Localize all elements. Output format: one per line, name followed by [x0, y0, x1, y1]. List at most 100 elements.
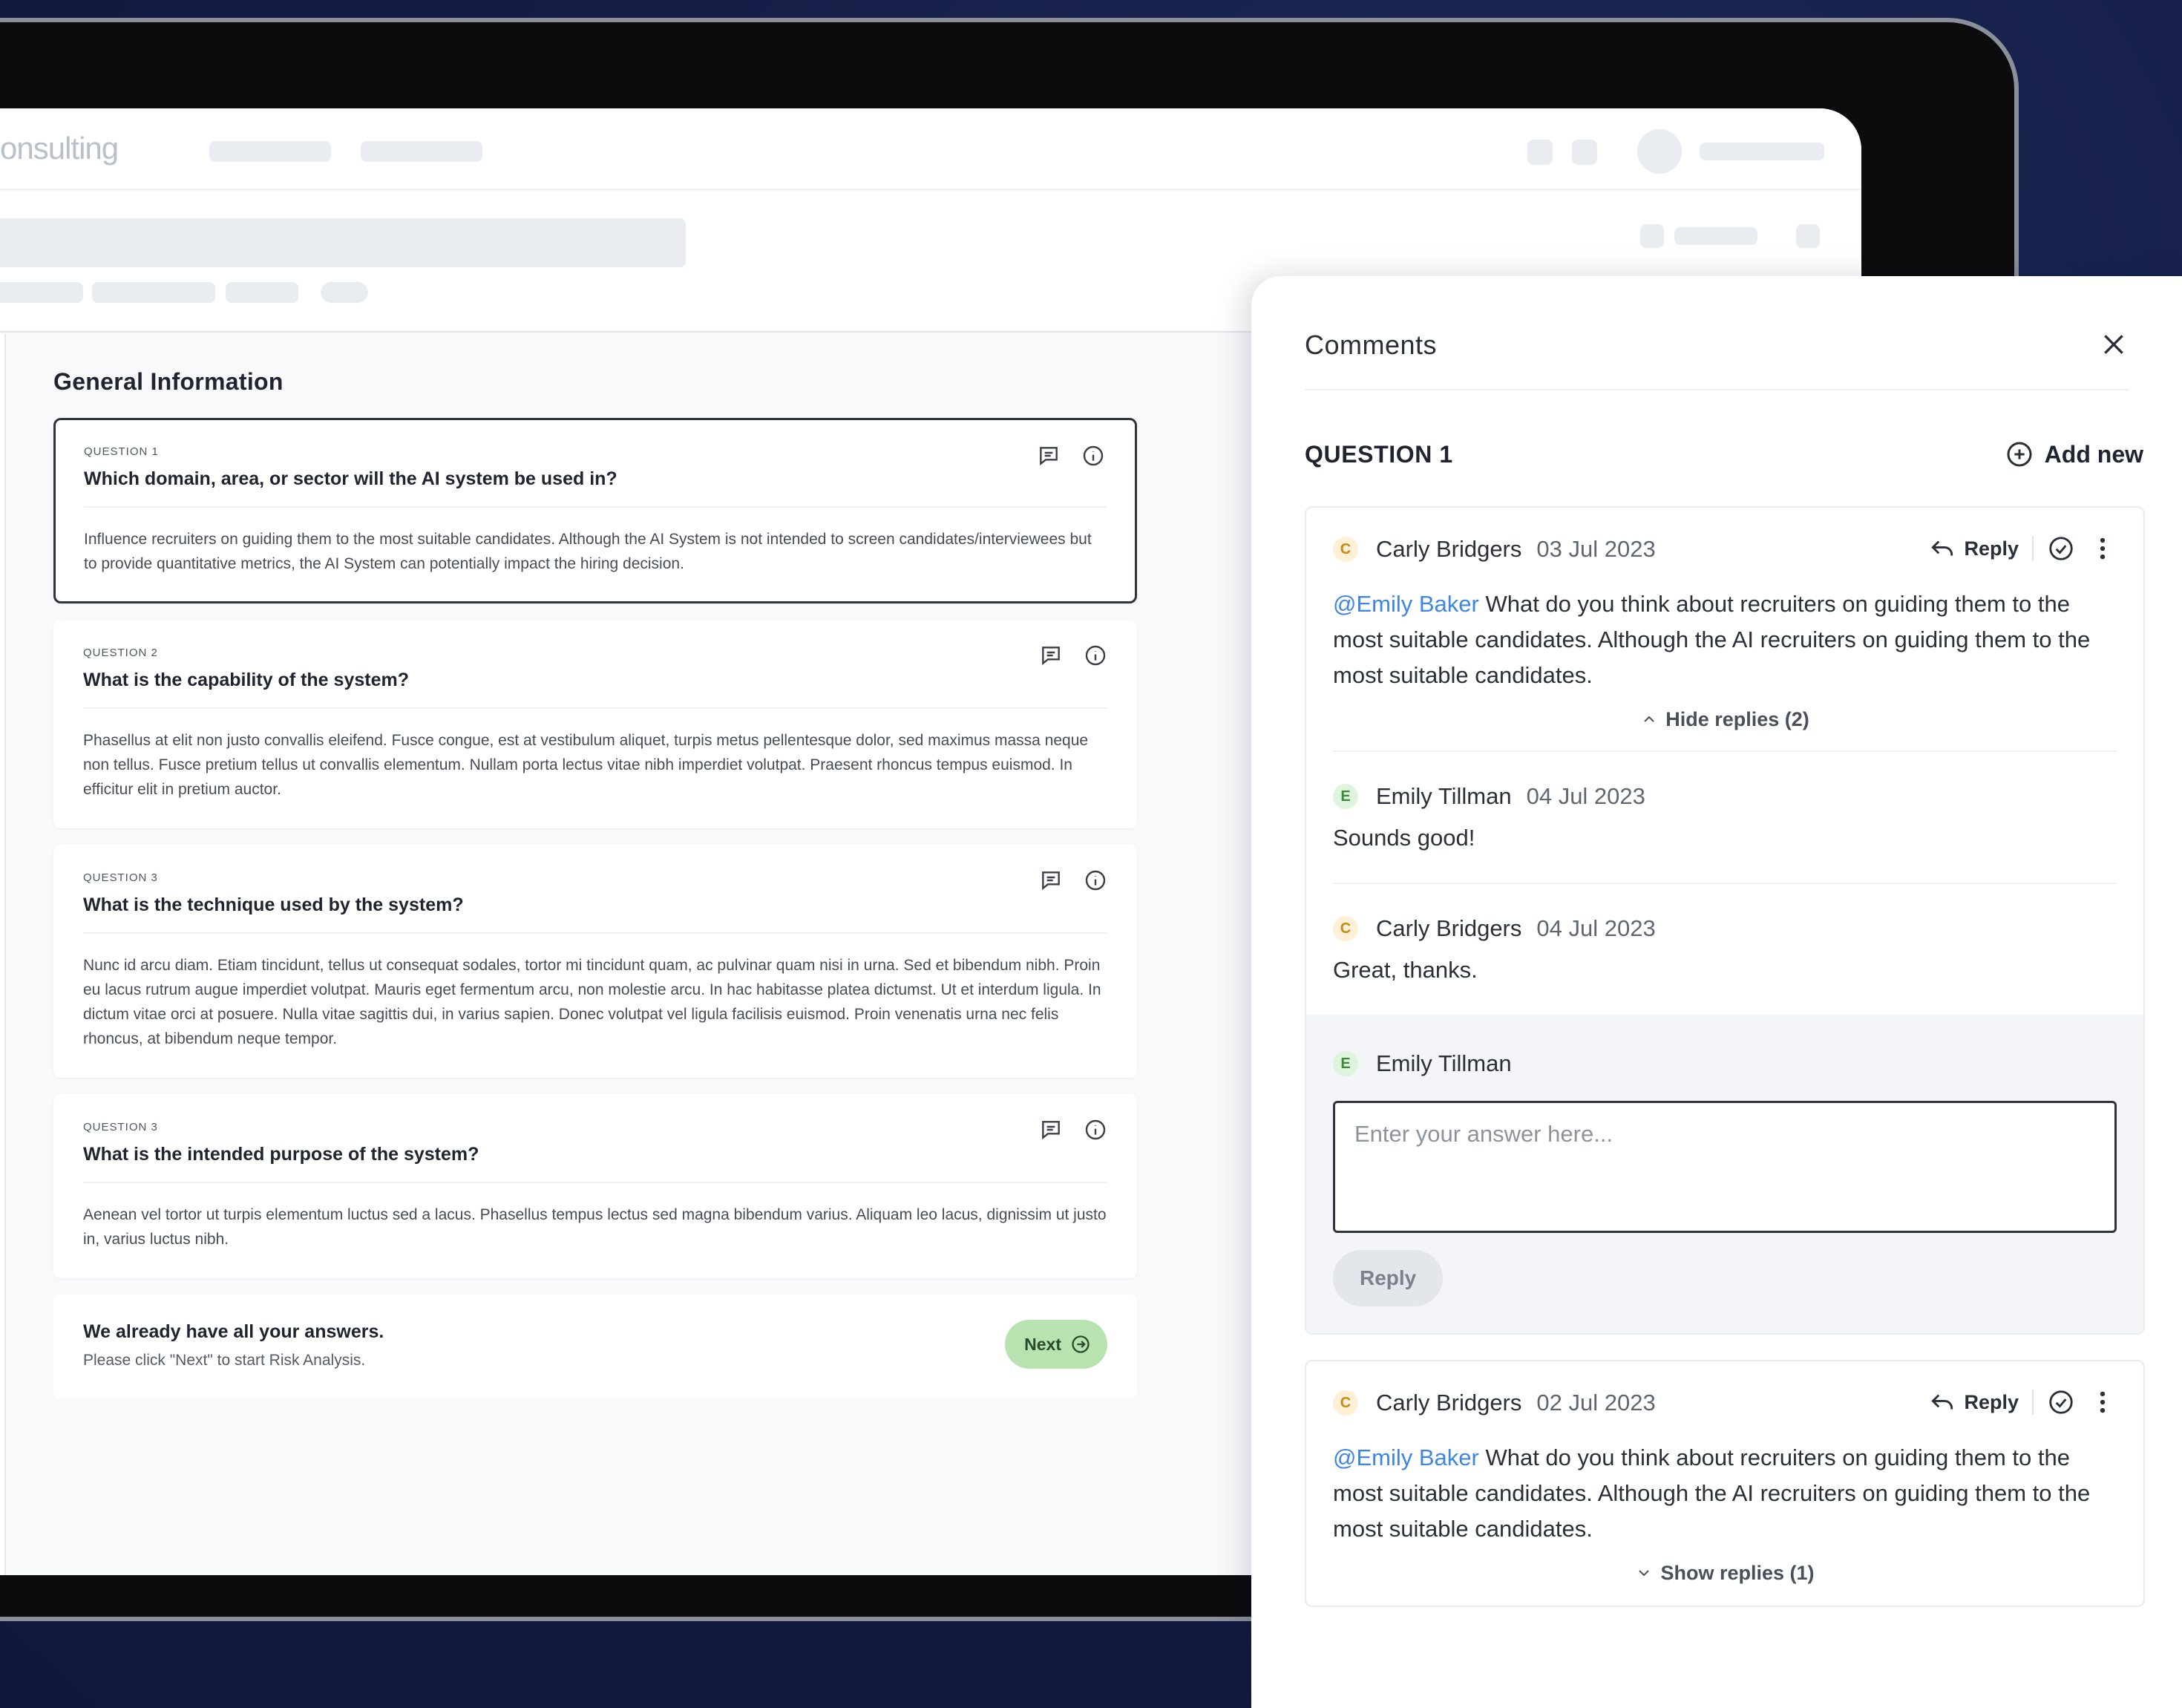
comment-item: C Carly Bridgers 03 Jul 2023 Reply @Emil…: [1306, 508, 2143, 750]
reply-icon: [1931, 540, 1953, 556]
question-answer: Phasellus at elit non justo convallis el…: [83, 732, 1089, 798]
question-card-4[interactable]: Question 3 What is the intended purpose …: [53, 1094, 1137, 1278]
avatar: C: [1333, 1390, 1358, 1416]
header-icon-placeholder: [1572, 140, 1597, 165]
question-title: What is the intended purpose of the syst…: [83, 1144, 1107, 1183]
question-label: Question 3: [83, 1121, 158, 1133]
question-answer: Influence recruiters on guiding them to …: [84, 531, 1092, 572]
question-card-1[interactable]: Question 1 Which domain, area, or sector…: [53, 418, 1137, 603]
username-placeholder: [1700, 143, 1824, 160]
reply-item: E Emily Tillman 04 Jul 2023 Sounds good!: [1306, 752, 2143, 883]
question-form: General Information Question 1 Which dom…: [53, 368, 1137, 1398]
avatar: C: [1333, 916, 1358, 941]
comment-icon[interactable]: [1037, 444, 1061, 468]
app-header: AI Consulting: [0, 108, 1861, 190]
comment-author: Carly Bridgers: [1376, 1390, 1522, 1416]
comment-date: 02 Jul 2023: [1536, 1390, 1656, 1416]
add-new-button[interactable]: Add new: [2005, 439, 2143, 469]
next-label: Next: [1024, 1334, 1061, 1354]
separator: [2032, 1390, 2034, 1415]
avatar: E: [1333, 784, 1358, 809]
question-card-3[interactable]: Question 3 What is the technique used by…: [53, 845, 1137, 1078]
question-answer: Nunc id arcu diam. Etiam tincidunt, tell…: [83, 957, 1101, 1047]
next-button[interactable]: Next: [1005, 1320, 1107, 1369]
reply-button[interactable]: Reply: [1928, 534, 2019, 563]
comment-item: C Carly Bridgers 02 Jul 2023 Reply @Emil…: [1306, 1361, 2143, 1606]
info-icon[interactable]: [1084, 644, 1107, 667]
close-icon[interactable]: [2099, 330, 2129, 359]
question-answer: Aenean vel tortor ut turpis elementum lu…: [83, 1206, 1107, 1248]
meta-placeholder: [226, 282, 298, 303]
avatar: C: [1333, 537, 1358, 562]
question-title: What is the technique used by the system…: [83, 894, 1107, 934]
question-label: Question 1: [84, 445, 159, 458]
answer-input[interactable]: [1333, 1101, 2117, 1233]
action-placeholder: [1640, 224, 1664, 248]
meta-placeholder: [0, 282, 83, 303]
composer-author: Emily Tillman: [1376, 1050, 1512, 1076]
more-vertical-icon[interactable]: [2088, 1388, 2117, 1416]
nav-placeholder: [361, 141, 482, 162]
plus-circle-icon: [2007, 442, 2032, 467]
section-title: General Information: [53, 368, 284, 395]
meta-placeholder: [321, 282, 368, 303]
resolve-check-icon[interactable]: [2047, 534, 2075, 563]
reply-icon: [1931, 1394, 1953, 1410]
nav-placeholder: [209, 141, 331, 162]
question-label: Question 3: [83, 871, 158, 884]
question-title: Which domain, area, or sector will the A…: [84, 468, 1107, 508]
comment-icon[interactable]: [1039, 644, 1063, 667]
completion-title: We already have all your answers.: [83, 1321, 384, 1342]
mention-link[interactable]: @Emily Baker: [1333, 591, 1479, 617]
show-replies-button[interactable]: Show replies (1): [1333, 1562, 2117, 1585]
more-vertical-icon[interactable]: [2088, 534, 2117, 563]
action-placeholder: [1796, 224, 1820, 248]
comment-icon[interactable]: [1039, 1118, 1063, 1142]
comment-icon[interactable]: [1039, 868, 1063, 892]
add-new-label: Add new: [2044, 440, 2143, 468]
comment-body: Great, thanks.: [1333, 957, 1478, 983]
reply-button[interactable]: Reply: [1928, 1388, 2019, 1416]
comments-question-header: QUESTION 1 Add new: [1305, 441, 2182, 474]
info-icon[interactable]: [1084, 1118, 1107, 1142]
comment-date: 04 Jul 2023: [1536, 915, 1656, 941]
question-label: Question 2: [83, 647, 158, 659]
comment-author: Carly Bridgers: [1376, 915, 1522, 941]
question-title: What is the capability of the system?: [83, 670, 1107, 709]
hide-replies-button[interactable]: Hide replies (2): [1333, 708, 2117, 750]
action-placeholder: [1674, 227, 1757, 245]
completion-card: We already have all your answers. Please…: [53, 1295, 1137, 1398]
comments-title: Comments: [1305, 330, 1438, 360]
mention-link[interactable]: @Emily Baker: [1333, 1444, 1479, 1470]
comment-date: 04 Jul 2023: [1526, 783, 1645, 809]
question-card-2[interactable]: Question 2 What is the capability of the…: [53, 620, 1137, 828]
header-icon-placeholder: [1527, 140, 1553, 165]
chevron-down-icon: [1639, 1570, 1650, 1577]
title-placeholder: [0, 218, 686, 267]
info-icon[interactable]: [1084, 868, 1107, 892]
app-logo[interactable]: AI Consulting: [0, 131, 119, 166]
comment-date: 03 Jul 2023: [1536, 536, 1656, 562]
comment-body: @Emily Baker What do you think about rec…: [1333, 591, 2091, 688]
comments-panel: Comments QUESTION 1 Add new C Carly Brid…: [1251, 276, 2182, 1708]
info-icon[interactable]: [1081, 444, 1105, 468]
resolve-check-icon[interactable]: [2047, 1388, 2075, 1416]
comments-header: Comments: [1305, 330, 2129, 390]
reply-item: C Carly Bridgers 04 Jul 2023 Great, than…: [1306, 884, 2143, 1015]
avatar-placeholder: [1637, 129, 1682, 174]
comment-author: Carly Bridgers: [1376, 536, 1522, 562]
comment-thread: C Carly Bridgers 02 Jul 2023 Reply @Emil…: [1305, 1360, 2145, 1607]
avatar: E: [1333, 1051, 1358, 1076]
comment-thread: C Carly Bridgers 03 Jul 2023 Reply @Emil…: [1305, 506, 2145, 1335]
chevron-up-icon: [1644, 716, 1654, 722]
completion-text: Please click "Next" to start Risk Analys…: [83, 1352, 366, 1369]
reply-composer: E Emily Tillman Reply: [1306, 1015, 2143, 1333]
comment-body: Sounds good!: [1333, 825, 1475, 851]
arrow-right-circle-icon: [1072, 1335, 1090, 1353]
comment-author: Emily Tillman: [1376, 783, 1512, 809]
sidebar: [0, 334, 6, 1575]
comment-body: @Emily Baker What do you think about rec…: [1333, 1444, 2091, 1542]
meta-placeholder: [92, 282, 215, 303]
separator: [2032, 536, 2034, 561]
submit-reply-button[interactable]: Reply: [1333, 1250, 1444, 1306]
